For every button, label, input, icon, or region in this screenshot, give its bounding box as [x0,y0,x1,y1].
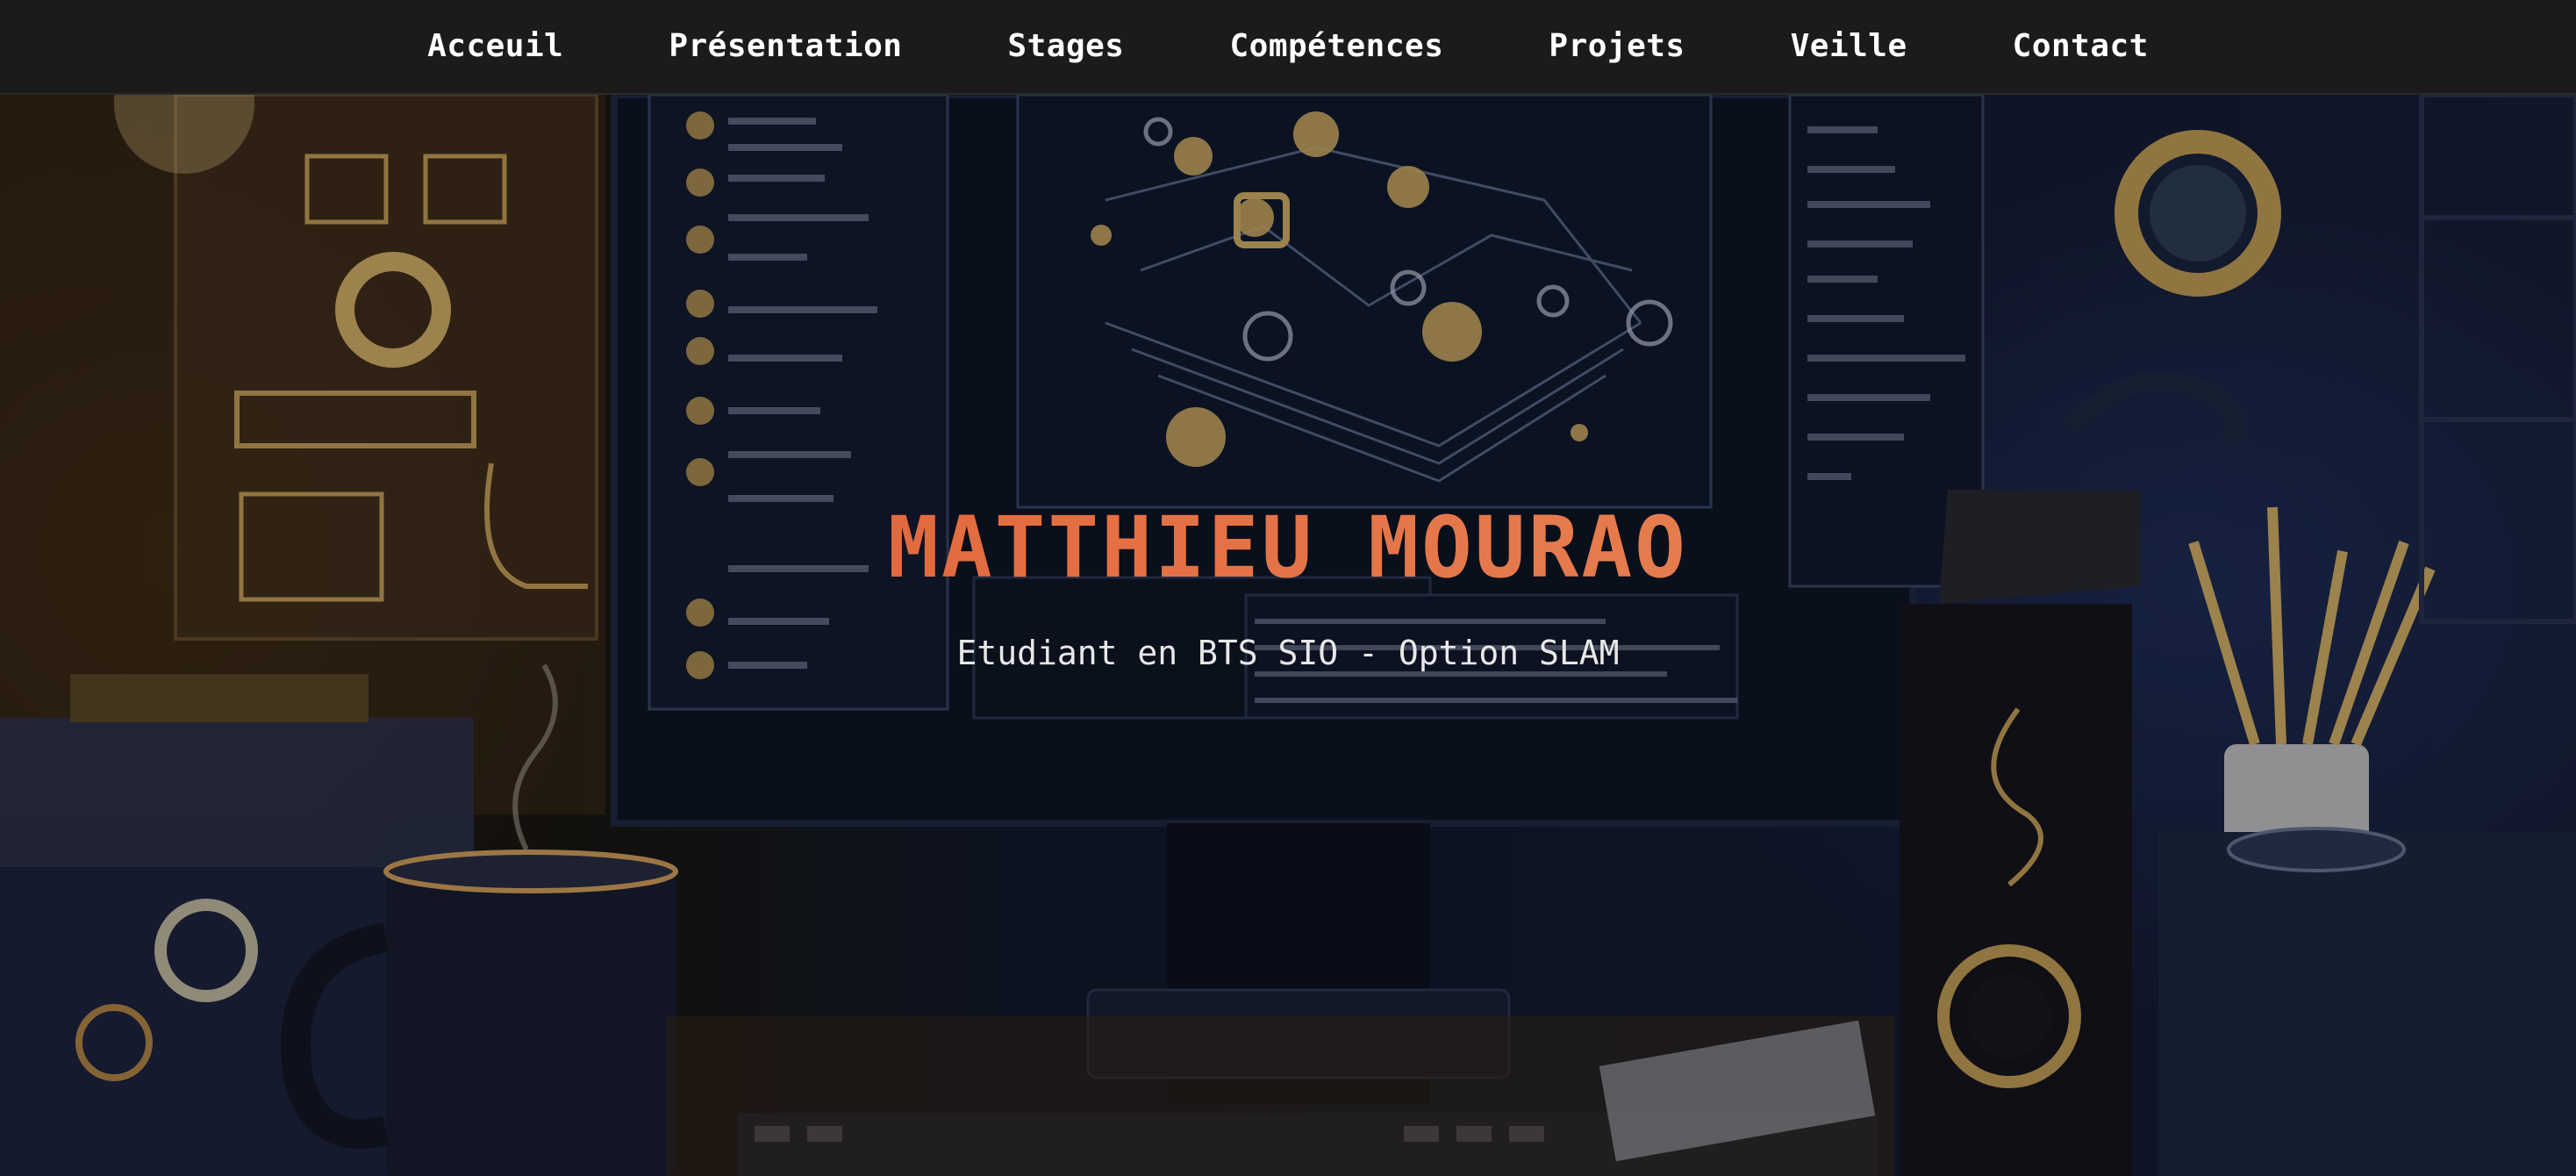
nav-list: Acceuil Présentation Stages Compétences … [0,0,2576,95]
nav-item-contact[interactable]: Contact [1960,28,2201,64]
hero-subtitle: Etudiant en BTS SIO - Option SLAM [956,634,1620,672]
hero-section: MATTHIEU MOURAO Etudiant en BTS SIO - Op… [0,95,2576,1176]
nav-item-acceuil[interactable]: Acceuil [375,28,616,64]
nav-item-competences[interactable]: Compétences [1177,28,1496,64]
hero-title: MATTHIEU MOURAO [0,498,2576,597]
top-navbar: Acceuil Présentation Stages Compétences … [0,0,2576,95]
nav-item-stages[interactable]: Stages [955,28,1177,64]
nav-item-presentation[interactable]: Présentation [616,28,955,64]
nav-item-veille[interactable]: Veille [1738,28,1960,64]
nav-item-projets[interactable]: Projets [1496,28,1737,64]
